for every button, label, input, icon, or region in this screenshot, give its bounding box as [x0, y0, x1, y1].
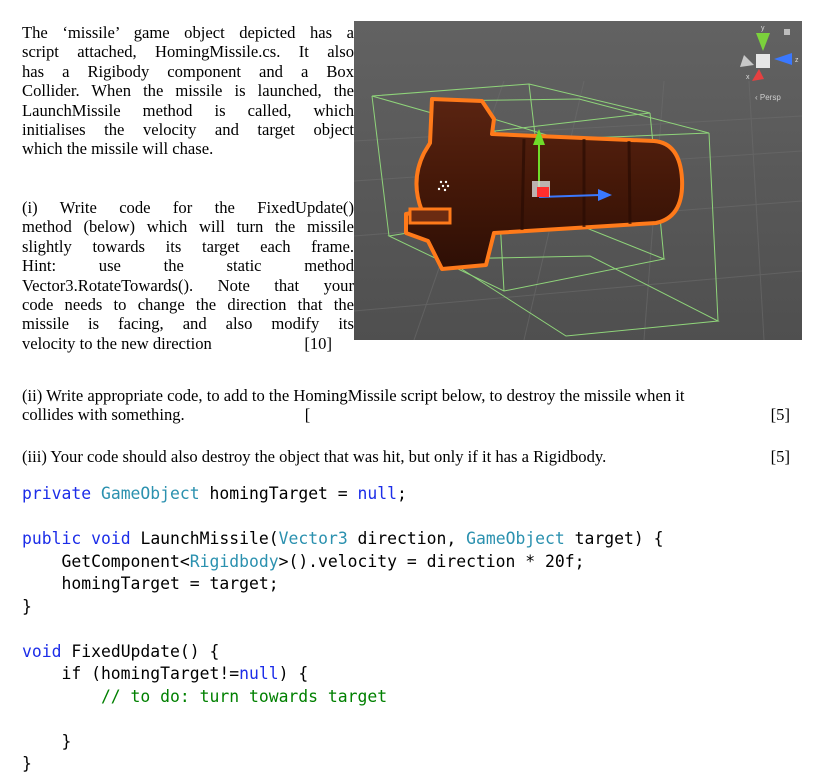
gizmo-x-label: x: [746, 74, 750, 81]
q1-line: (i) Write code for the FixedUpdate(): [22, 198, 354, 217]
q2-line2-row: collides with something. [ [5]: [22, 405, 790, 424]
scene-viewport-graphic: y z x ‹ Persp: [354, 21, 802, 340]
code-line-velocity: GetComponent<Rigidbody>().velocity = dir…: [22, 551, 585, 571]
intro-paragraph: The ‘missile’ game object depicted has a…: [22, 23, 354, 159]
q2-line2: collides with something.: [22, 405, 185, 425]
code-line-close-brace: }: [22, 754, 32, 773]
q1-marks: [10]: [304, 333, 332, 353]
intro-line: LaunchMissile method is called, which: [22, 100, 354, 120]
q1-line: Hint: use the static method: [22, 256, 354, 276]
q1-line: missile is facing, and also modify its: [22, 314, 354, 334]
intro-line: initialises the velocity and target obje…: [22, 120, 354, 140]
question-1: (i) Write code for the FixedUpdate() met…: [22, 198, 354, 353]
code-line-close-brace: }: [22, 596, 32, 616]
q3-marks: [5]: [770, 447, 790, 466]
intro-line: has a Rigibody component and a Box: [22, 61, 354, 81]
question-2: (ii) Write appropriate code, to add to t…: [22, 386, 790, 425]
code-line-fixedupdate-signature: void FixedUpdate() {: [22, 641, 220, 661]
code-line-inner-close: }: [22, 731, 72, 751]
code-listing: private GameObject homingTarget = null; …: [22, 483, 663, 776]
code-line-assign-target: homingTarget = target;: [22, 574, 279, 593]
intro-line: script attached, HomingMissile.cs. It al…: [22, 42, 354, 62]
q2-marks: [5]: [770, 405, 790, 425]
q2-stray-bracket: [: [304, 405, 311, 425]
q1-last-line: velocity to the new direction [10]: [22, 334, 354, 353]
intro-line: The ‘missile’ game object depicted has a: [22, 23, 354, 42]
question-3: (iii) Your code should also destroy the …: [22, 447, 790, 466]
q3-text: (iii) Your code should also destroy the …: [22, 447, 607, 466]
intro-line: which the missile will chase.: [22, 139, 214, 159]
q1-last-text: velocity to the new direction: [22, 333, 212, 353]
q1-line: Vector3.RotateTowards(). Note that your: [22, 275, 354, 295]
code-line-field: private GameObject homingTarget = null;: [22, 484, 407, 503]
projection-label[interactable]: ‹ Persp: [755, 93, 781, 102]
gizmo-z-label: z: [795, 57, 799, 64]
code-line-launch-signature: public void LaunchMissile(Vector3 direct…: [22, 529, 664, 548]
intro-line: Collider. When the missile is launched, …: [22, 81, 354, 101]
q1-line: method (below) which will turn the missi…: [22, 217, 354, 237]
code-line-if: if (homingTarget!=null) {: [22, 664, 309, 683]
code-line-comment: // to do: turn towards target: [22, 686, 388, 706]
q1-line: slightly towards its target each frame.: [22, 236, 354, 256]
scene-viewport: y z x ‹ Persp: [354, 21, 802, 340]
q1-line: code needs to change the direction that …: [22, 295, 354, 315]
gizmo-y-label: y: [761, 25, 765, 32]
q2-line1: (ii) Write appropriate code, to add to t…: [22, 386, 685, 405]
